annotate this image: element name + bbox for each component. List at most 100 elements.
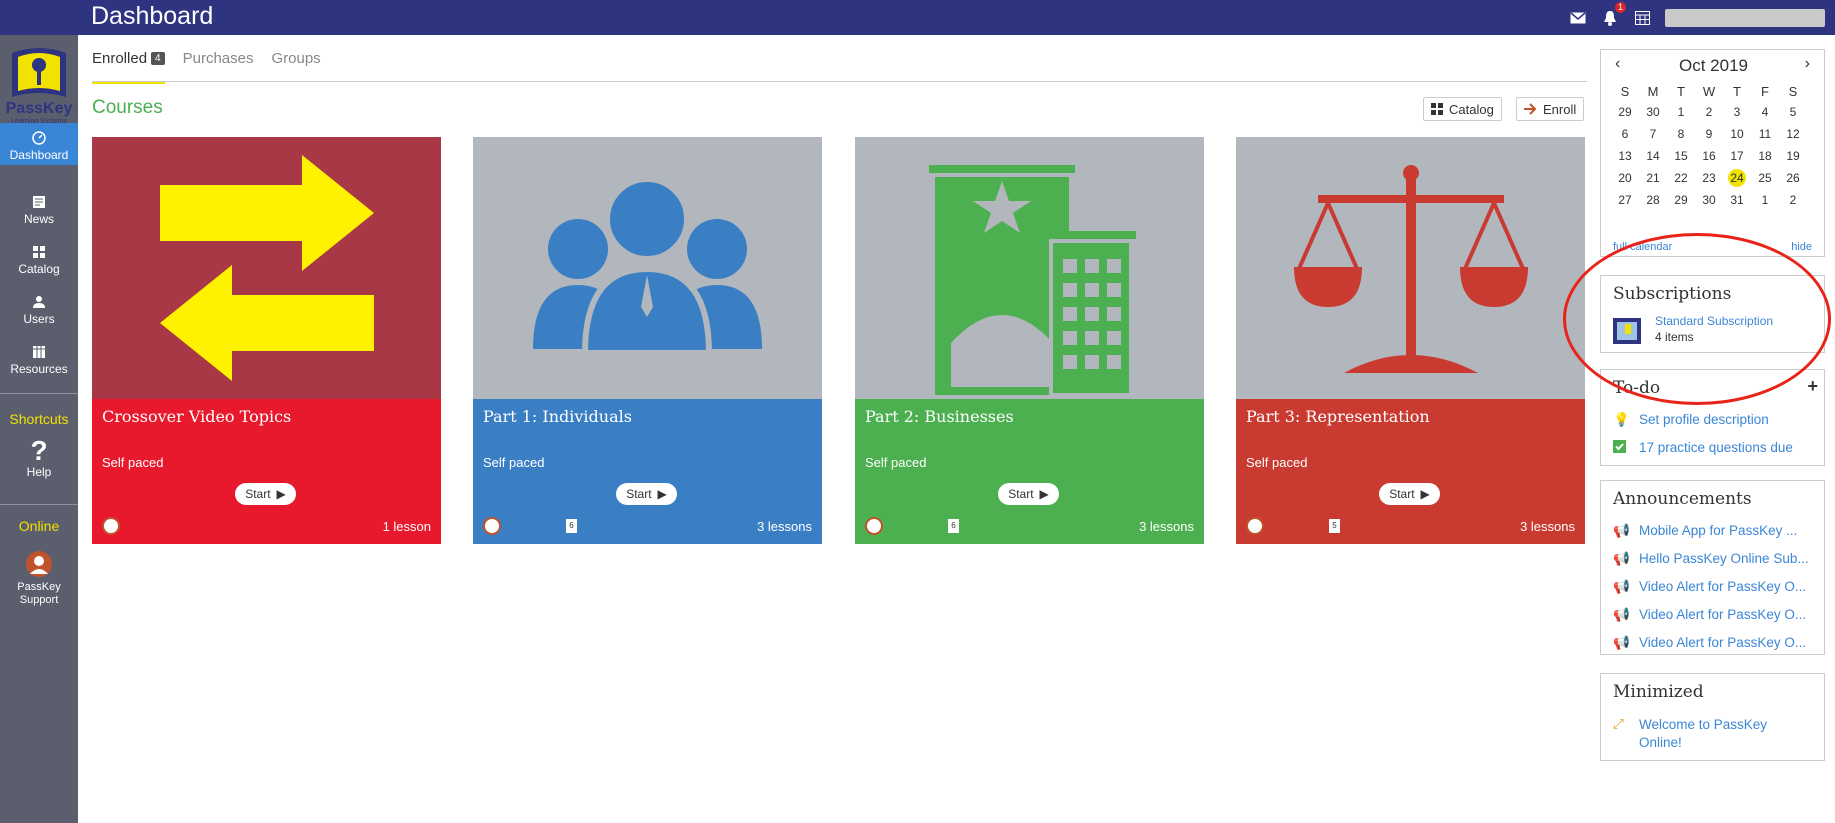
calendar-day[interactable]: 6 (1611, 125, 1639, 143)
calendar-day[interactable]: 29 (1611, 103, 1639, 121)
enroll-button[interactable]: Enroll (1516, 97, 1585, 121)
announcement-item[interactable]: 📢 Video Alert for PassKey O... (1613, 635, 1806, 651)
online-user[interactable]: PassKey Support (0, 550, 78, 607)
mail-icon[interactable] (1569, 9, 1587, 27)
calendar-day[interactable]: 28 (1639, 191, 1667, 209)
course-pace: Self paced (865, 455, 927, 470)
business-building-icon (929, 165, 1136, 397)
calendar-day[interactable]: 25 (1751, 169, 1779, 187)
todo-item[interactable]: 💡 Set profile description (1613, 412, 1769, 428)
lesson-count: 1 lesson (382, 519, 431, 534)
weekday-header: T (1733, 84, 1741, 99)
calendar-day[interactable]: 31 (1723, 191, 1751, 209)
sidebar-item-catalog[interactable]: Catalog (0, 245, 78, 276)
calendar-day[interactable]: 27 (1611, 191, 1639, 209)
course-body: Part 1: Individuals Self paced Start ▶ 6 … (473, 399, 822, 544)
calendar-day[interactable]: 24 (1728, 169, 1746, 187)
minimized-panel: Minimized ⤢ Welcome to PassKey Online! (1600, 673, 1825, 761)
calendar-day[interactable]: 20 (1611, 169, 1639, 187)
course-body: Part 3: Representation Self paced Start ▶… (1236, 399, 1585, 544)
sidebar-item-news[interactable]: News (0, 195, 78, 226)
calendar-day[interactable]: 26 (1779, 169, 1807, 187)
sidebar-item-users[interactable]: Users (0, 295, 78, 326)
course-card[interactable]: Part 1: Individuals Self paced Start ▶ 6 … (473, 137, 822, 544)
calendar-day[interactable]: 14 (1639, 147, 1667, 165)
announcement-label: Video Alert for PassKey O... (1639, 579, 1807, 594)
todo-item[interactable]: 17 practice questions due (1613, 440, 1793, 456)
minimized-item-label: Welcome to PassKey Online! (1639, 717, 1768, 750)
calendar-day[interactable]: 16 (1695, 147, 1723, 165)
calendar-day[interactable]: 2 (1779, 191, 1807, 209)
course-pace: Self paced (1246, 455, 1308, 470)
course-card[interactable]: Part 2: Businesses Self paced Start ▶ 6 3… (855, 137, 1204, 544)
calendar-day[interactable]: 21 (1639, 169, 1667, 187)
tab-enrolled[interactable]: Enrolled 4 (92, 50, 165, 84)
announcements-panel: Announcements 📢 Mobile App for PassKey ..… (1600, 480, 1825, 655)
calendar-day[interactable]: 3 (1723, 103, 1751, 121)
calendar-day[interactable]: 23 (1695, 169, 1723, 187)
calendar-day[interactable]: 30 (1639, 103, 1667, 121)
calendar-day[interactable]: 30 (1695, 191, 1723, 209)
logo[interactable]: PassKey Learning Systems (4, 43, 74, 131)
user-menu[interactable] (1665, 8, 1825, 27)
calendar-day[interactable]: 7 (1639, 125, 1667, 143)
calendar-day[interactable]: 1 (1667, 103, 1695, 121)
chevron-right-icon[interactable]: › (1805, 55, 1810, 73)
play-icon: ▶ (276, 487, 286, 501)
announcement-item[interactable]: 📢 Mobile App for PassKey ... (1613, 523, 1797, 539)
users-icon (33, 296, 45, 308)
lesson-count: 3 lessons (1520, 519, 1575, 534)
start-button[interactable]: Start ▶ (1379, 483, 1440, 505)
calendar-day[interactable]: 4 (1751, 103, 1779, 121)
calendar-day[interactable]: 17 (1723, 147, 1751, 165)
calendar-day[interactable]: 18 (1751, 147, 1779, 165)
calendar-day[interactable]: 8 (1667, 125, 1695, 143)
catalog-button[interactable]: Catalog (1423, 97, 1502, 121)
sidebar-item-resources[interactable]: Resources (0, 345, 78, 376)
sidebar-item-dashboard[interactable]: Dashboard (0, 123, 78, 165)
calendar-day[interactable]: 29 (1667, 191, 1695, 209)
calendar-day[interactable]: 11 (1751, 125, 1779, 143)
course-pace: Self paced (102, 455, 164, 470)
calendar-day[interactable]: 13 (1611, 147, 1639, 165)
calendar-day[interactable]: 22 (1667, 169, 1695, 187)
megaphone-icon: 📢 (1613, 579, 1630, 594)
course-body: Crossover Video Topics Self paced Start ▶… (92, 399, 441, 544)
calendar-day[interactable]: 9 (1695, 125, 1723, 143)
checkbox-checked-icon (1613, 440, 1627, 456)
tab-groups[interactable]: Groups (271, 50, 320, 84)
calendar-day[interactable]: 12 (1779, 125, 1807, 143)
course-image (92, 137, 441, 399)
sidebar-item-help[interactable]: ? Help (0, 437, 78, 480)
sidebar-divider (0, 393, 78, 394)
add-todo-icon[interactable]: + (1807, 376, 1818, 397)
resources-icon (33, 346, 45, 358)
calendar-day[interactable]: 5 (1779, 103, 1807, 121)
lesson-count: 3 lessons (1139, 519, 1194, 534)
start-button[interactable]: Start ▶ (616, 483, 677, 505)
calendar-day[interactable]: 1 (1751, 191, 1779, 209)
calendar-day[interactable]: 19 (1779, 147, 1807, 165)
start-button[interactable]: Start ▶ (235, 483, 296, 505)
hide-calendar-link[interactable]: hide (1791, 241, 1812, 253)
calendar-day[interactable]: 2 (1695, 103, 1723, 121)
course-card[interactable]: Crossover Video Topics Self paced Start ▶… (92, 137, 441, 544)
course-card[interactable]: Part 3: Representation Self paced Start ▶… (1236, 137, 1585, 544)
course-title: Part 2: Businesses (865, 407, 1014, 426)
calendar-day[interactable]: 10 (1723, 125, 1751, 143)
tab-purchases[interactable]: Purchases (183, 50, 254, 84)
document-count: 6 (948, 519, 959, 533)
minimized-title: Minimized (1613, 682, 1704, 702)
megaphone-icon: 📢 (1613, 607, 1630, 622)
calendar-day[interactable]: 15 (1667, 147, 1695, 165)
calendar-icon[interactable] (1633, 9, 1651, 27)
minimized-item[interactable]: ⤢ Welcome to PassKey Online! (1613, 716, 1789, 752)
shortcuts-label: Shortcuts (9, 411, 69, 427)
announcement-item[interactable]: 📢 Video Alert for PassKey O... (1613, 607, 1806, 623)
courses-title: Courses (92, 97, 163, 118)
megaphone-icon: 📢 (1613, 635, 1630, 650)
announcement-item[interactable]: 📢 Video Alert for PassKey O... (1613, 579, 1806, 595)
notification-bell-icon[interactable]: 1 (1601, 1, 1626, 27)
announcement-item[interactable]: 📢 Hello PassKey Online Sub... (1613, 551, 1809, 567)
start-button[interactable]: Start ▶ (998, 483, 1059, 505)
